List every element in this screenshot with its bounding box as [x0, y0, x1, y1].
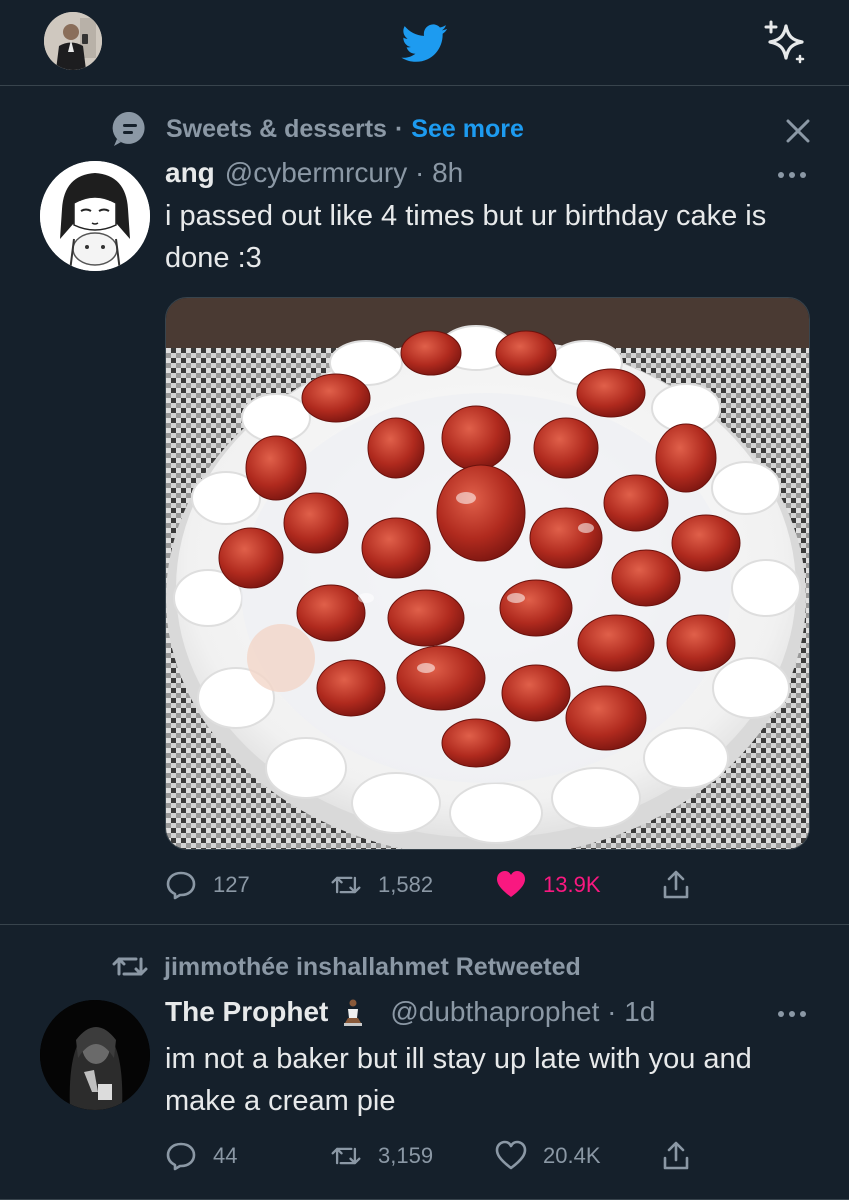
- topic-context: Sweets & desserts · See more: [110, 109, 524, 149]
- reply-button[interactable]: 127: [165, 867, 250, 903]
- heart-filled-icon: [497, 871, 525, 897]
- twitter-bird-icon[interactable]: [396, 20, 454, 66]
- heart-outline-icon: [495, 1140, 527, 1170]
- cake-photo: [166, 298, 809, 849]
- tweet[interactable]: Sweets & desserts · See more ang @cyberm…: [0, 87, 849, 925]
- handle-and-time[interactable]: @cybermrcury · 8h: [225, 157, 463, 189]
- more-options-icon[interactable]: [772, 1004, 812, 1024]
- share-icon: [663, 1141, 689, 1170]
- reply-icon: [166, 1142, 196, 1171]
- retweet-button[interactable]: 3,159: [330, 1138, 433, 1174]
- topic-name[interactable]: Sweets & desserts: [166, 115, 387, 144]
- share-button[interactable]: [660, 867, 708, 903]
- reply-button[interactable]: 44: [165, 1138, 237, 1174]
- praying-person-icon: [344, 999, 363, 1026]
- like-count: 20.4K: [543, 1143, 601, 1168]
- retweet-count: 3,159: [378, 1143, 434, 1168]
- more-options-icon[interactable]: [772, 165, 812, 185]
- reply-icon: [166, 871, 196, 900]
- retweet-count: 1,582: [378, 872, 434, 897]
- reply-count: 127: [213, 872, 250, 897]
- like-button[interactable]: 20.4K: [495, 1138, 601, 1174]
- like-count: 13.9K: [543, 872, 601, 897]
- retweet-context: jimmothée inshallahmet Retweeted: [110, 952, 581, 982]
- sparkle-icon[interactable]: [762, 18, 810, 66]
- see-more-link[interactable]: See more: [411, 115, 524, 144]
- tweet-media[interactable]: [165, 297, 810, 850]
- top-bar: [0, 0, 849, 86]
- share-icon: [663, 870, 689, 899]
- reply-count: 44: [213, 1143, 238, 1168]
- topic-icon: [112, 111, 145, 146]
- tweet-text: im not a baker but ill stay up late with…: [165, 1043, 752, 1117]
- retweet-button[interactable]: 1,582: [330, 867, 433, 903]
- close-icon[interactable]: [780, 113, 816, 149]
- retweet-icon: [112, 957, 148, 976]
- share-button[interactable]: [660, 1138, 708, 1174]
- retweet-icon: [331, 1147, 361, 1165]
- profile-avatar[interactable]: [44, 12, 102, 70]
- tweet-actions: 127 1,582 13.9K: [165, 867, 705, 903]
- tweet-actions: 44 3,159 20.4K: [165, 1138, 705, 1174]
- retweet-icon: [331, 876, 361, 894]
- tweet-header: The Prophet @dubthaprophet · 1d: [165, 996, 655, 1028]
- like-button[interactable]: 13.9K: [495, 867, 601, 903]
- avatar[interactable]: [40, 161, 150, 271]
- handle-and-time[interactable]: @dubthaprophet · 1d: [390, 996, 655, 1028]
- tweet-text: i passed out like 4 times but ur birthda…: [165, 200, 767, 274]
- display-name[interactable]: ang: [165, 157, 215, 189]
- display-name[interactable]: The Prophet: [165, 996, 328, 1028]
- tweet[interactable]: jimmothée inshallahmet Retweeted The Pro…: [0, 926, 849, 1200]
- avatar[interactable]: [40, 1000, 150, 1110]
- retweeted-by[interactable]: jimmothée inshallahmet Retweeted: [164, 953, 581, 982]
- tweet-header: ang @cybermrcury · 8h: [165, 157, 463, 189]
- separator: ·: [394, 114, 404, 143]
